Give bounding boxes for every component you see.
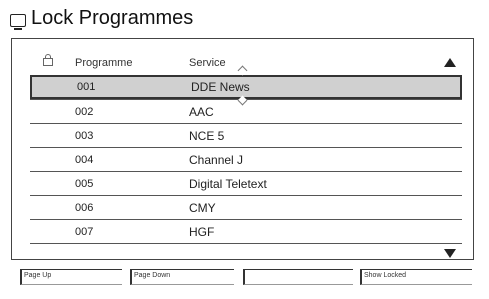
page-down-label: Page Down bbox=[134, 272, 171, 279]
list-item[interactable]: 004 Channel J bbox=[30, 147, 462, 171]
page-up-button[interactable]: Page Up bbox=[20, 269, 122, 285]
scroll-up-icon[interactable] bbox=[444, 58, 456, 67]
scroll-down-icon[interactable] bbox=[444, 249, 456, 258]
page-title: Lock Programmes bbox=[31, 7, 194, 29]
column-header-programme: Programme bbox=[75, 57, 133, 69]
programme-number: 004 bbox=[75, 154, 94, 166]
list-item[interactable]: 005 Digital Teletext bbox=[30, 171, 462, 195]
tv-screen-icon bbox=[10, 14, 26, 30]
show-locked-label: Show Locked bbox=[364, 272, 407, 279]
column-header-service: Service bbox=[189, 57, 226, 69]
programme-number: 005 bbox=[75, 178, 94, 190]
show-locked-button[interactable]: Show Locked bbox=[360, 269, 472, 285]
programme-number: 001 bbox=[77, 81, 96, 93]
service-name: Channel J bbox=[189, 153, 244, 167]
list-item[interactable]: 006 CMY bbox=[30, 195, 462, 219]
title-bar: Lock Programmes bbox=[9, 6, 477, 34]
list-item[interactable]: 007 HGF bbox=[30, 219, 462, 244]
programme-number: 003 bbox=[75, 130, 94, 142]
page-up-label: Page Up bbox=[24, 272, 52, 279]
function-key-bar: Page Up Page Down Show Locked bbox=[20, 269, 472, 287]
list-item[interactable]: 002 AAC bbox=[30, 99, 462, 123]
page-down-button[interactable]: Page Down bbox=[130, 269, 234, 285]
service-name: AAC bbox=[189, 105, 214, 119]
programme-number: 002 bbox=[75, 106, 94, 118]
service-name: Digital Teletext bbox=[189, 177, 267, 191]
service-name: NCE 5 bbox=[189, 129, 225, 143]
list-item[interactable]: 003 NCE 5 bbox=[30, 123, 462, 147]
service-name: HGF bbox=[189, 225, 215, 239]
list-item[interactable]: 001 DDE News bbox=[30, 75, 462, 99]
programme-number: 006 bbox=[75, 202, 94, 214]
service-name: CMY bbox=[189, 201, 216, 215]
padlock-icon bbox=[43, 54, 53, 66]
blank-function-button[interactable] bbox=[243, 269, 353, 285]
service-name: DDE News bbox=[191, 80, 250, 94]
programme-number: 007 bbox=[75, 226, 94, 238]
